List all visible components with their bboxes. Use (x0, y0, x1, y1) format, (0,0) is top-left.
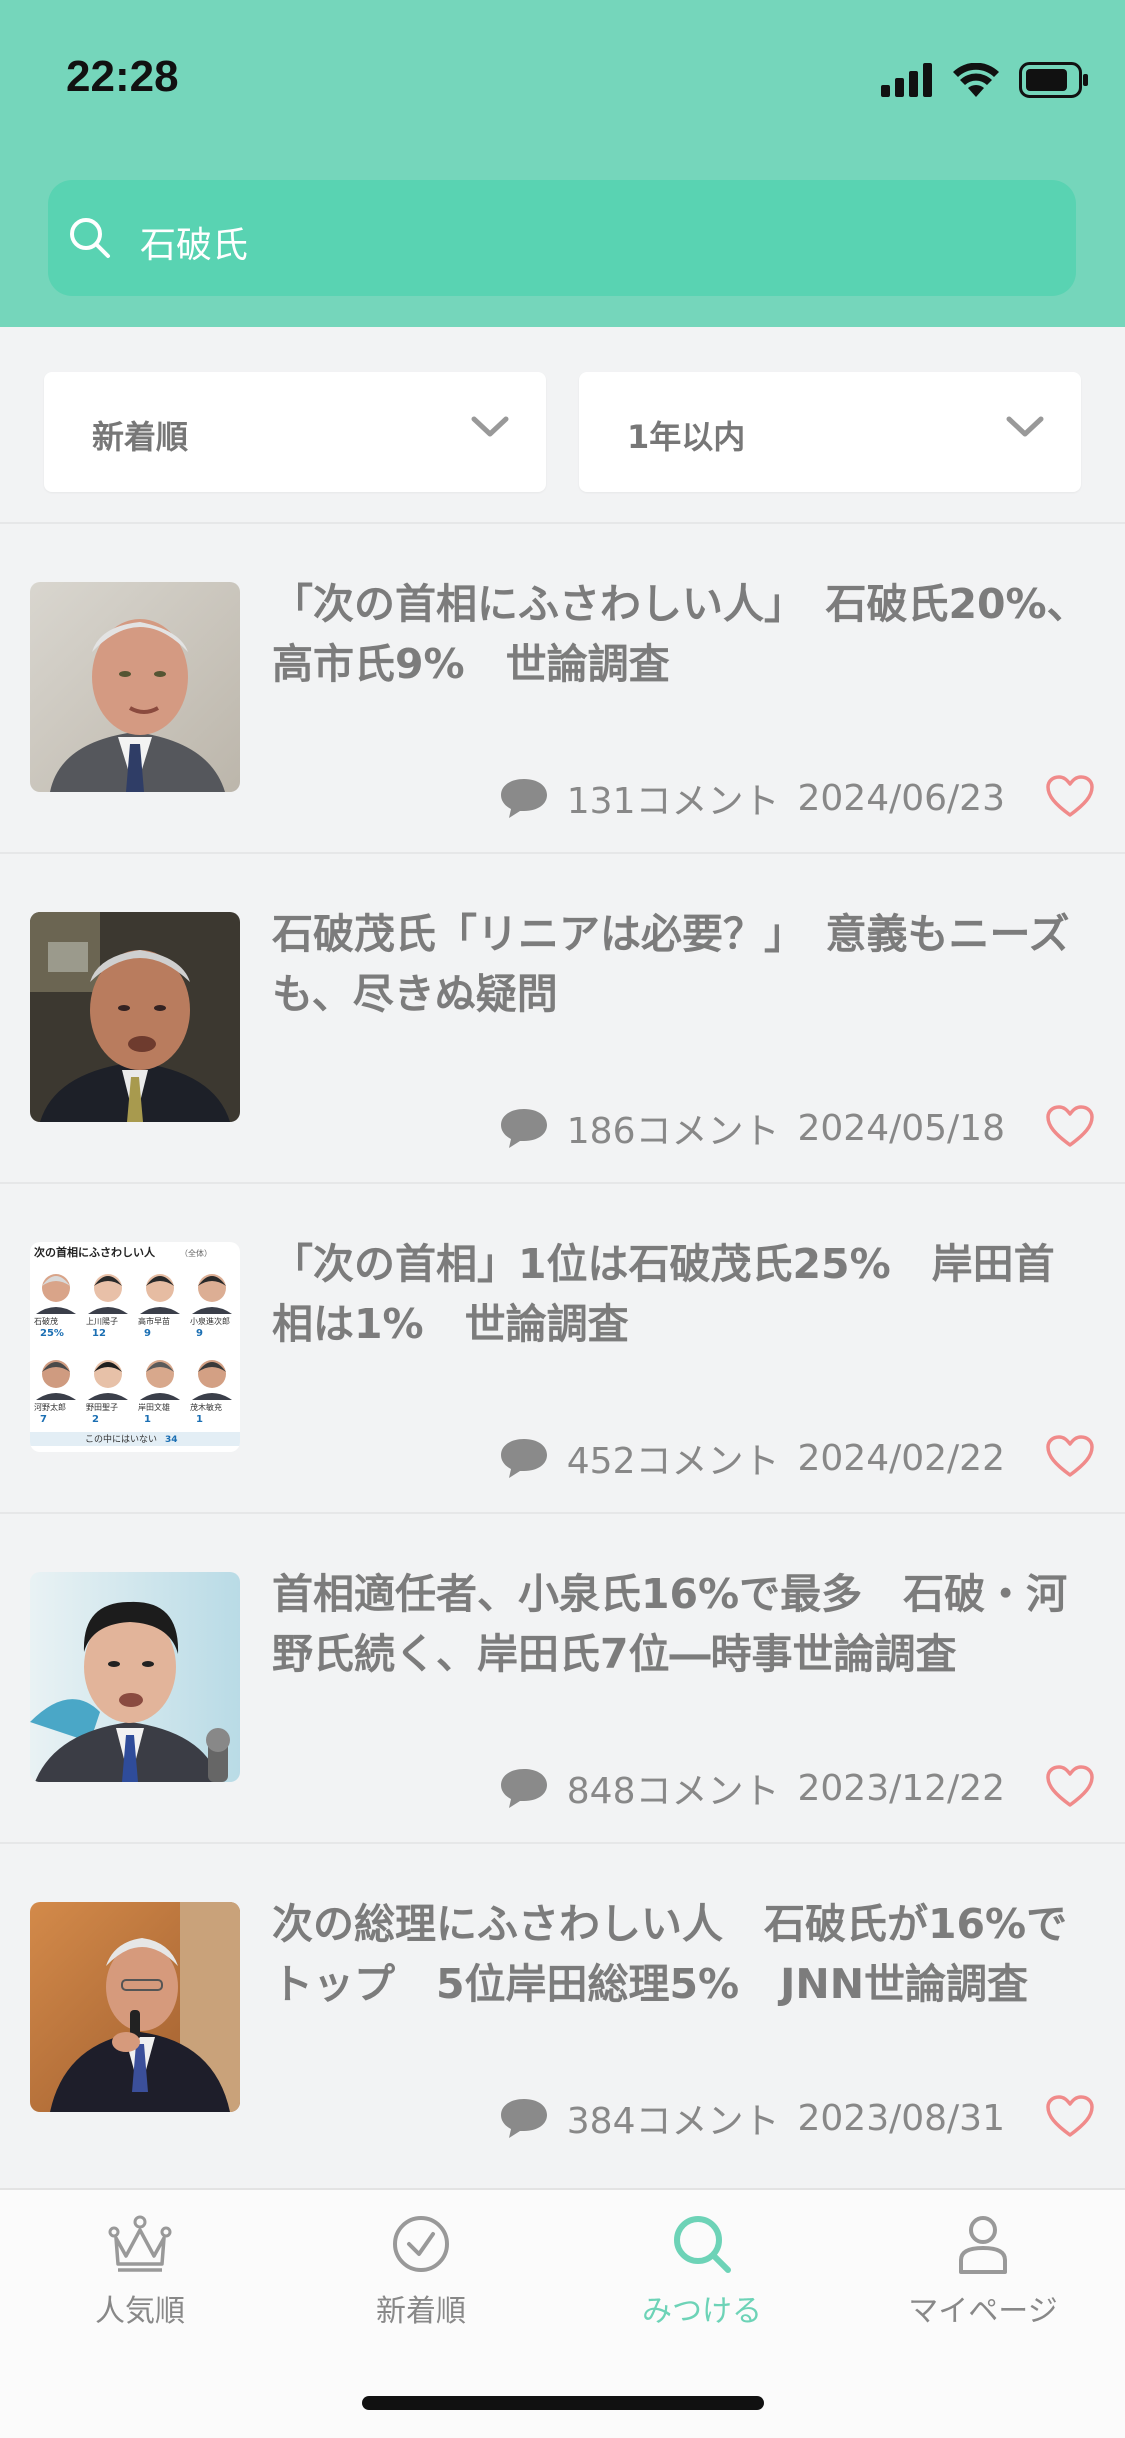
comment-count: 131コメント (566, 781, 780, 822)
comment-icon (500, 1109, 547, 1148)
article-title: 「次の首相にふさわしい人」 石破氏20%、高市氏9% 世論調査 (272, 580, 1088, 688)
list-item[interactable]: 「次の首相にふさわしい人」 石破氏20%、高市氏9% 世論調査 131コメント … (0, 524, 1125, 854)
list-item[interactable]: 次の総理にふさわしい人 石破氏が16%でトップ 5位岸田総理5% JNN世論調査… (0, 1844, 1125, 2174)
candidate-name: 高市早苗 (138, 1316, 170, 1326)
comment-count: 848コメント (566, 1771, 780, 1812)
list-item[interactable]: 首相適任者、小泉氏16%で最多 石破・河野氏続く、岸田氏7位―時事世論調査 84… (0, 1514, 1125, 1844)
thumb-footer: この中にはいない (85, 1433, 157, 1445)
candidate-value: 9 (196, 1328, 203, 1339)
candidate-name: 石破茂 (34, 1316, 58, 1326)
article-thumbnail (30, 1572, 240, 1782)
heart-icon[interactable] (1045, 1104, 1095, 1148)
comment-icon (500, 779, 547, 818)
candidate-value: 9 (144, 1328, 151, 1339)
article-meta: 452コメント 2024/02/22 (499, 1432, 1005, 1484)
tab-popular-label: 人気順 (95, 2294, 185, 2329)
comment-count: 186コメント (566, 1111, 780, 1152)
tab-mypage[interactable]: マイページ (883, 2214, 1083, 2330)
home-indicator (362, 2396, 764, 2410)
heart-icon[interactable] (1045, 774, 1095, 818)
comment-count: 452コメント (566, 1441, 780, 1482)
wifi-icon (953, 63, 999, 97)
article-date: 2024/02/22 (797, 1437, 1006, 1479)
search-icon (70, 218, 110, 258)
person-icon (959, 2216, 1007, 2274)
candidate-value: 1 (196, 1414, 203, 1425)
candidate-name: 小泉進次郎 (190, 1316, 230, 1326)
search-icon (674, 2216, 731, 2273)
candidate-name: 茂木敏充 (190, 1402, 222, 1412)
status-icons (881, 60, 1089, 100)
candidate-name: 岸田文雄 (138, 1402, 170, 1412)
filter-bar: 新着順 1年以内 (44, 372, 1081, 492)
candidate-value: 1 (144, 1414, 151, 1425)
signal-icon (881, 63, 932, 97)
article-title: 首相適任者、小泉氏16%で最多 石破・河野氏続く、岸田氏7位―時事世論調査 (272, 1570, 1068, 1678)
article-title: 石破茂氏「リニアは必要？」 意義もニーズも、尽きぬ疑問 (272, 910, 1070, 1018)
article-thumbnail (30, 582, 240, 792)
status-time: 22:28 (66, 52, 179, 101)
tab-popular[interactable]: 人気順 (40, 2214, 240, 2330)
sort-select[interactable]: 新着順 (44, 372, 546, 492)
sort-label: 新着順 (92, 418, 189, 456)
candidate-value: 2 (92, 1414, 99, 1425)
article-meta: 186コメント 2024/05/18 (499, 1102, 1005, 1154)
clock-icon (393, 2216, 449, 2272)
thumb-note: （全体） (180, 1248, 212, 1258)
article-thumbnail (30, 1902, 240, 2112)
period-select[interactable]: 1年以内 (579, 372, 1081, 492)
tab-newest-label: 新着順 (376, 2294, 466, 2329)
candidate-name: 上川陽子 (86, 1317, 118, 1326)
tab-discover[interactable]: みつける (602, 2214, 802, 2330)
candidate-name: 河野太郎 (34, 1402, 66, 1412)
thumb-footer-value: 34 (165, 1435, 178, 1445)
heart-icon[interactable] (1045, 2094, 1095, 2138)
chevron-down-icon (1006, 416, 1044, 437)
battery-icon (1019, 62, 1088, 98)
article-date: 2024/06/23 (797, 777, 1006, 819)
article-meta: 384コメント 2023/08/31 (499, 2092, 1005, 2144)
article-meta: 848コメント 2023/12/22 (499, 1762, 1005, 1814)
tab-mypage-label: マイページ (908, 2294, 1058, 2329)
article-date: 2024/05/18 (797, 1107, 1006, 1149)
article-title: 「次の首相」1位は石破茂氏25% 岸田首相は1% 世論調査 (272, 1240, 1055, 1348)
tab-newest[interactable]: 新着順 (321, 2214, 521, 2330)
candidate-name: 野田聖子 (86, 1403, 118, 1412)
crown-icon (108, 2215, 172, 2272)
candidate-value: 12 (92, 1328, 106, 1339)
period-label: 1年以内 (627, 418, 746, 456)
comment-icon (500, 1439, 547, 1478)
list-item[interactable]: 石破茂氏「リニアは必要？」 意義もニーズも、尽きぬ疑問 186コメント 2024… (0, 854, 1125, 1184)
search-query: 石破氏 (140, 225, 249, 266)
heart-icon[interactable] (1045, 1764, 1095, 1808)
heart-icon[interactable] (1045, 1434, 1095, 1478)
tab-discover-label: みつける (642, 2294, 762, 2329)
article-thumbnail (30, 912, 240, 1122)
list-item[interactable]: 次の首相にふさわしい人 （全体） 石破茂 25% 上川陽子 12 高市早苗 9 小泉進次郎 9… (0, 1184, 1125, 1514)
app-header: 22:28 石破氏 (0, 0, 1125, 327)
candidate-value: 7 (40, 1414, 47, 1425)
comment-icon (500, 1769, 547, 1808)
article-thumbnail: 次の首相にふさわしい人 （全体） 石破茂25%上川陽子12高市早苗9小泉進次郎9… (30, 1242, 240, 1452)
article-meta: 131コメント 2024/06/23 (499, 772, 1005, 824)
article-title: 次の総理にふさわしい人 石破氏が16%でトップ 5位岸田総理5% JNN世論調査 (272, 1900, 1068, 2008)
candidate-value: 25% (40, 1328, 64, 1339)
search-input[interactable]: 石破氏 (48, 180, 1076, 296)
comment-count: 384コメント (566, 2101, 780, 2142)
article-date: 2023/08/31 (797, 2097, 1006, 2139)
comment-icon (500, 2099, 547, 2138)
chevron-down-icon (471, 416, 509, 437)
article-date: 2023/12/22 (797, 1767, 1006, 1809)
thumb-heading: 次の首相にふさわしい人 (34, 1245, 156, 1259)
